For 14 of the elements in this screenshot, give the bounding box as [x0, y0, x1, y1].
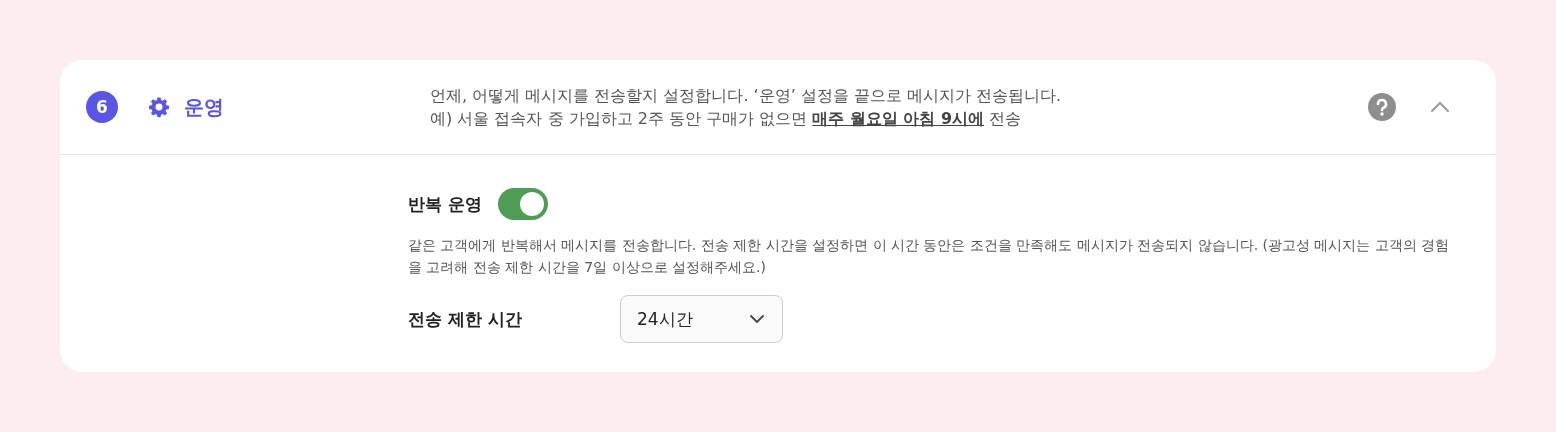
section-title: 운영: [184, 93, 224, 121]
chevron-icon[interactable]: [1430, 101, 1450, 113]
caret-icon: [750, 315, 764, 323]
limit-label: 전송 제한 시간: [408, 307, 523, 331]
settings-icon: [148, 96, 170, 118]
help-text: 같은 고객에게 반복해서 메시지를 전송합니다. 전송 제한 시간을 설정하면 이 시간 동안은 조건을 만족해도 메시지가 전송되지 않습니다. (광고성 메시지는 고객의 경험을 고려해 전송 제한 시간을 7일 이상으로 설정해주세요.): [408, 236, 1451, 277]
help-icon[interactable]: [1368, 93, 1396, 121]
example-text: 예) 서울 접속자 중 가입하고 2주 동안 구매가 없으면 매주 월요일 아침 9시에 전송: [430, 108, 1023, 130]
repeat-label: 반복 운영: [408, 192, 482, 216]
link[interactable]: 매주 월요일 아침 9시에: [812, 109, 985, 128]
step-badge: 6: [86, 91, 118, 123]
toggle-switch[interactable]: [497, 188, 548, 220]
description-text: 언제, 어떻게 메시지를 전송할지 설정합니다. ‘운영’ 설정을 끝으로 메시지가 전송됩니다.: [430, 85, 1063, 107]
time-select[interactable]: 24시간: [620, 295, 783, 343]
